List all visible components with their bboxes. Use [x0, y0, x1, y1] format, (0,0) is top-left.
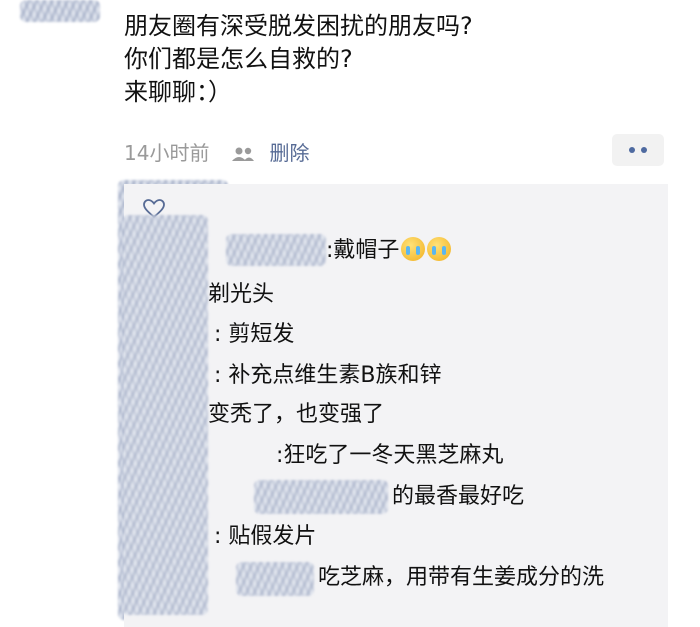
comment-8: : 贴假发片	[214, 524, 317, 549]
people-icon	[231, 143, 255, 161]
delete-link[interactable]: 删除	[269, 137, 309, 166]
comment-6: :狂吃了一冬天黑芝麻丸	[276, 443, 504, 468]
redacted-names-overlay	[122, 215, 208, 615]
redacted-name-7b	[254, 480, 388, 514]
comment-4: : 补充点维生素B族和锌	[214, 363, 442, 388]
comment-7: 的最香最好吃	[392, 484, 525, 509]
redacted-avatar	[20, 0, 100, 22]
comment-1: :戴帽子	[326, 236, 452, 266]
comment-9: 吃芝麻，用带有生姜成分的洗	[318, 565, 605, 590]
redacted-name-1b	[226, 234, 326, 266]
redacted-name-9b	[236, 562, 314, 596]
post-line-2: 你们都是怎么自救的?	[124, 45, 353, 73]
post-time: 14小时前	[124, 140, 210, 165]
post-line-3: 来聊聊：）	[124, 78, 232, 106]
comment-5: 变秃了，也变强了	[208, 402, 385, 427]
crying-face-emoji-icon	[401, 237, 426, 261]
comment-3: : 剪短发	[214, 322, 295, 347]
more-dots-icon	[629, 147, 635, 153]
post-text: 朋友圈有深受脱发困扰的朋友吗? 你们都是怎么自救的? 来聊聊：）	[124, 10, 473, 109]
comment-2: 剃光头	[208, 282, 275, 307]
more-button[interactable]	[612, 134, 664, 166]
post-line-1: 朋友圈有深受脱发困扰的朋友吗?	[124, 12, 473, 40]
post-meta: 14小时前 删除	[124, 137, 309, 165]
crying-face-emoji-icon	[427, 237, 452, 261]
